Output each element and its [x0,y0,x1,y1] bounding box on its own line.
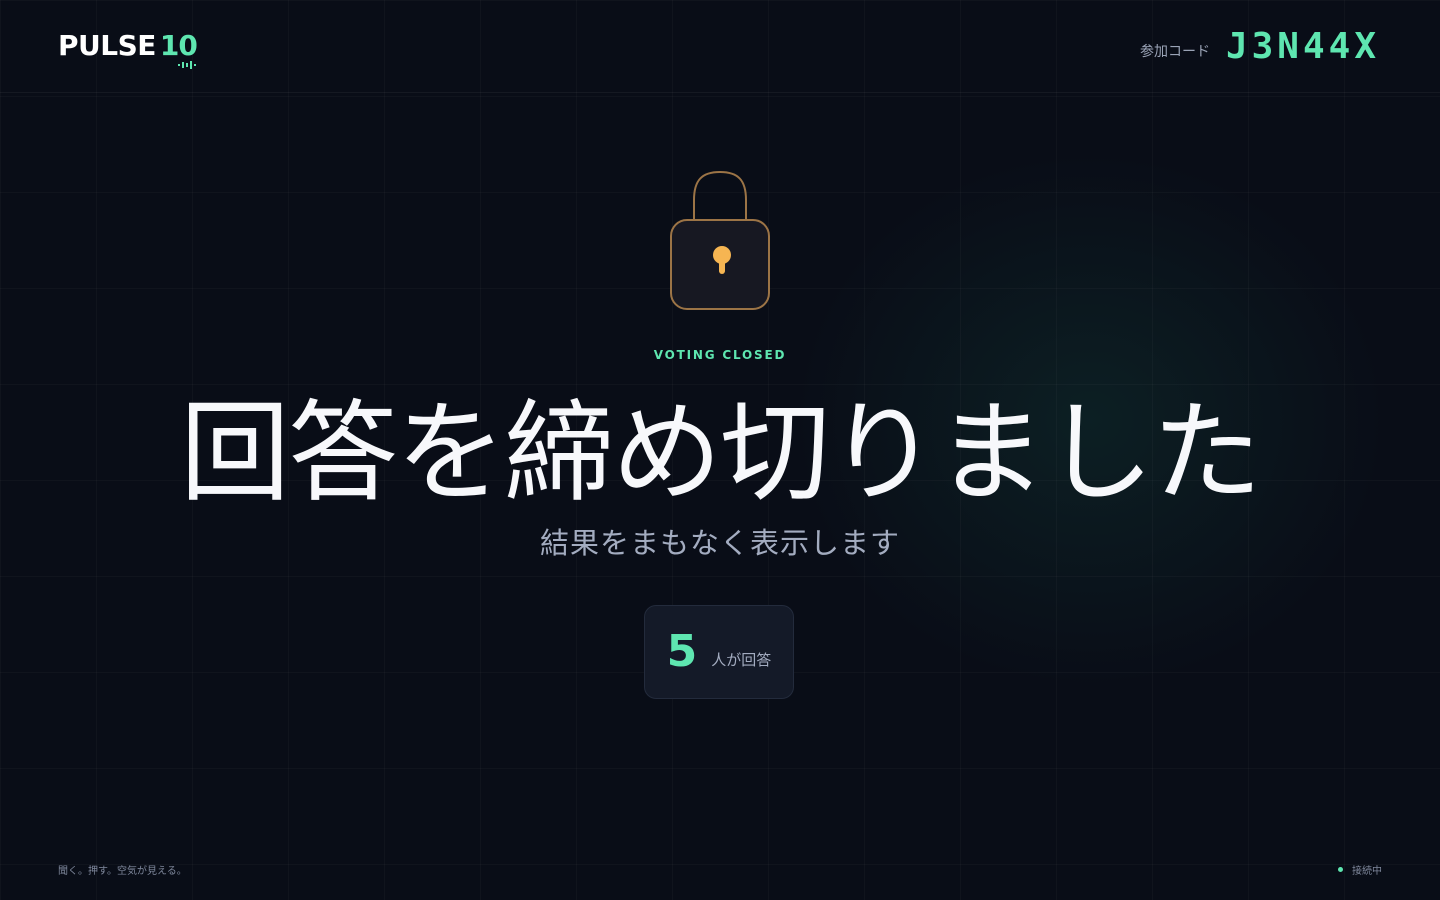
footer-tagline: 聞く。押す。空気が見える。 [58,866,187,877]
padlock-icon [670,170,770,310]
logo-wordmark: PULSE [58,29,156,62]
join-code-panel: 参加コード J3N44X [1140,26,1380,67]
join-code-value: J3N44X [1225,26,1380,67]
closed-title: 回答を締め切りました [180,389,1262,517]
respondent-count: 5 [666,626,698,677]
pulse10-logo: PULSE 10 [58,28,198,69]
results-coming-message: 結果をまもなく表示します [539,526,900,560]
logo-number-group: 10 [159,28,198,69]
soundwave-icon [177,61,196,69]
connection-status-dot [1338,867,1343,872]
logo-number: 10 [159,29,198,62]
connection-status-label: 接続中 [1352,866,1382,877]
respondent-count-card: 5 人が回答 [644,605,794,699]
status-kicker: VOTING CLOSED [653,348,787,362]
connection-status: 接続中 [1338,862,1382,877]
join-code-label: 参加コード [1139,43,1210,60]
top-bar: PULSE 10 参加コード J3N44X [0,0,1440,93]
voting-closed-screen: PULSE 10 参加コード J3N44X VOTING CLOSED 回答を締… [0,0,1440,900]
respondent-count-label: 人が回答 [711,650,772,669]
